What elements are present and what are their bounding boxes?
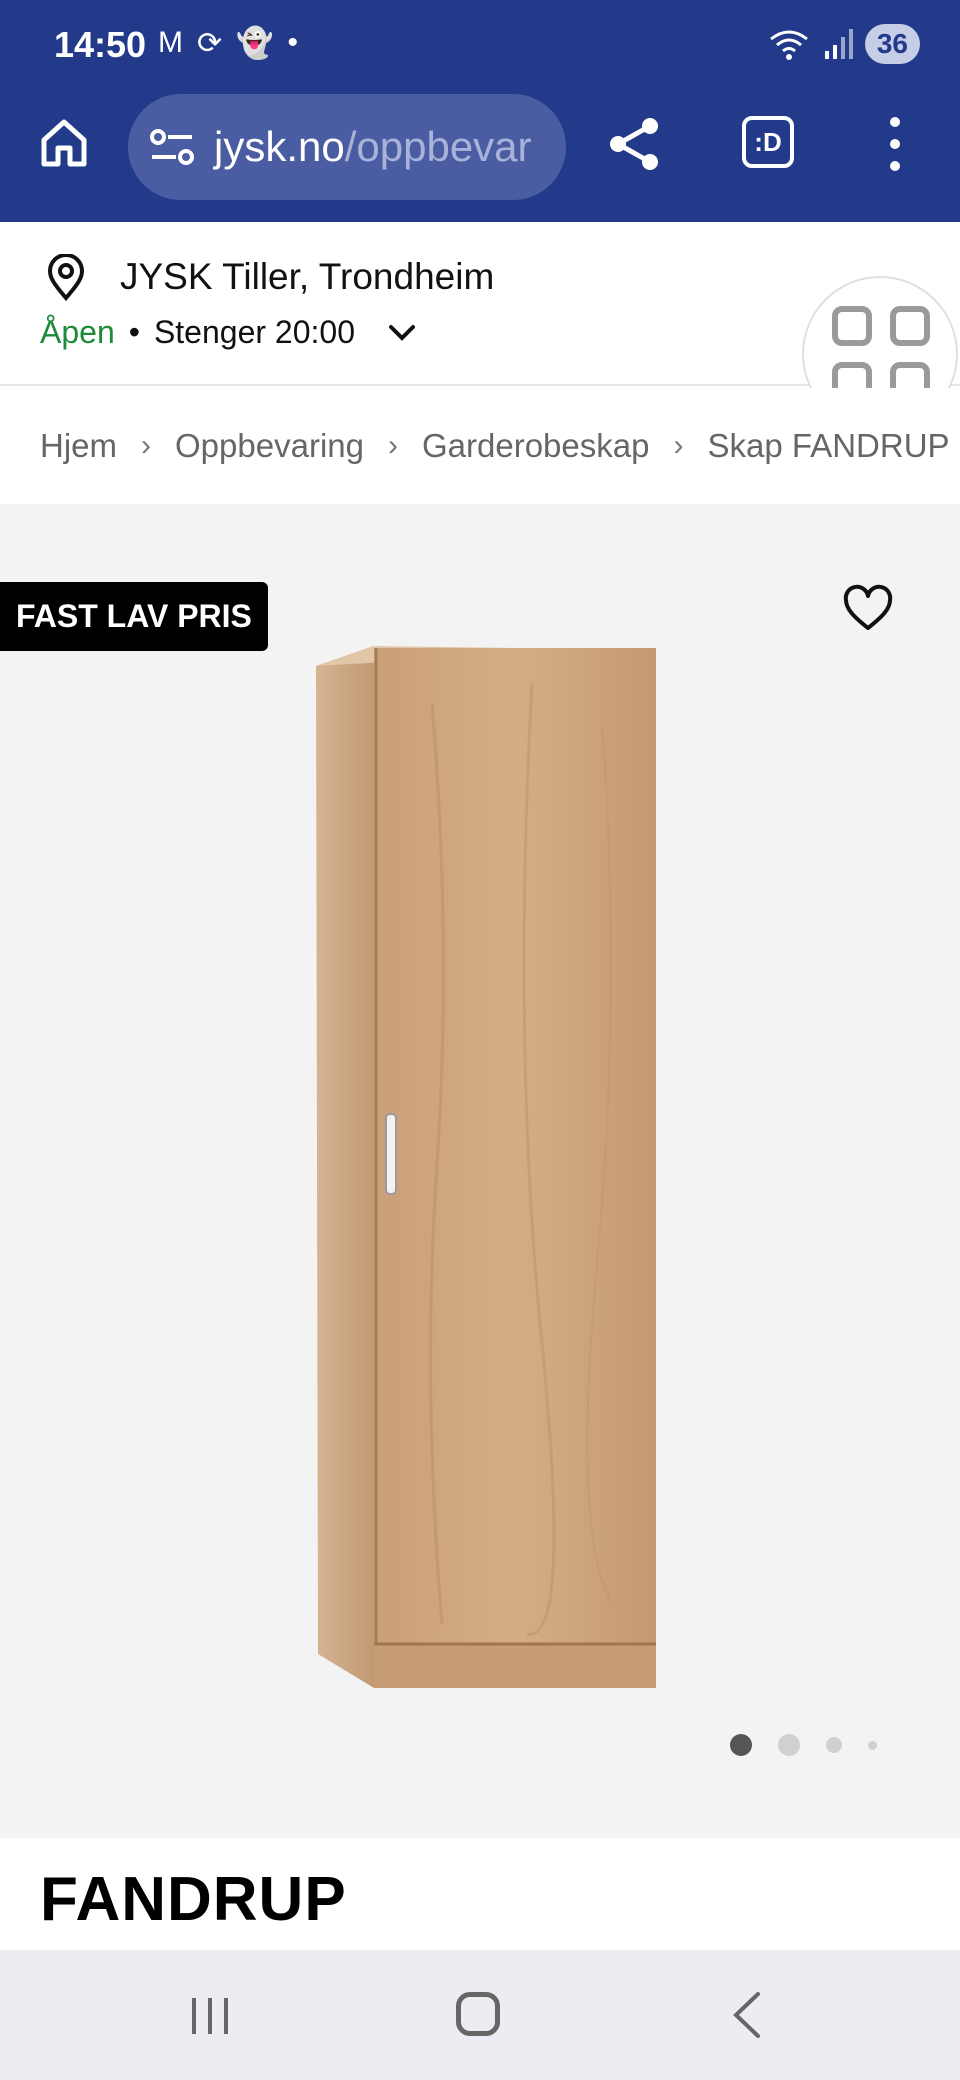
breadcrumb-separator: › [141, 429, 152, 462]
recent-apps-icon[interactable] [188, 1994, 232, 2038]
carousel-dot-active[interactable] [730, 1734, 752, 1756]
grid-square-icon [890, 306, 930, 346]
image-carousel-dots [730, 1734, 877, 1756]
site-settings-icon[interactable] [148, 127, 196, 167]
product-gallery[interactable]: FAST LAV PRIS [0, 504, 960, 1838]
system-nav-bar [0, 1950, 960, 2080]
carousel-dot[interactable] [826, 1737, 842, 1753]
notification-icons: M ⟳ 👻 • [158, 26, 298, 61]
closing-time: Stenger 20:00 [153, 314, 355, 350]
tabs-button[interactable]: :D [742, 116, 794, 168]
share-icon[interactable] [606, 116, 662, 172]
product-title: FANDRUP [40, 1865, 347, 1934]
sync-icon: ⟳ [197, 27, 223, 60]
breadcrumb-separator: › [387, 429, 398, 462]
price-badge: FAST LAV PRIS [0, 582, 268, 651]
location-pin-icon [47, 254, 85, 302]
open-status: Åpen [40, 314, 115, 350]
status-time: 14:50 [54, 24, 147, 65]
url-path: /oppbevar [344, 123, 532, 170]
product-title-area: FANDRUP [0, 1838, 960, 1950]
grid-square-icon [832, 306, 872, 346]
carousel-dot[interactable] [868, 1740, 877, 1750]
status-separator: • [128, 314, 140, 350]
signal-icon [824, 29, 853, 59]
chevron-down-icon[interactable] [387, 322, 417, 344]
url-bar-row: jysk.no/oppbevar :D [0, 92, 960, 202]
breadcrumb-garderobeskap[interactable]: Garderobeskap [422, 427, 649, 465]
gmail-icon: M [158, 26, 183, 59]
breadcrumb: Hjem › Oppbevaring › Garderobeskap › Ska… [0, 388, 960, 504]
breadcrumb-current: Skap FANDRUP [707, 427, 950, 464]
status-bar: 14:50 M ⟳ 👻 • 36 [0, 0, 960, 90]
snapchat-icon: 👻 [236, 27, 274, 60]
store-opening-status: Åpen • Stenger 20:00 [40, 314, 417, 351]
browser-chrome: 14:50 M ⟳ 👻 • 36 jysk.no/oppbevar:D [0, 0, 960, 222]
breadcrumb-separator: › [673, 429, 684, 462]
url-host: jysk.no [214, 123, 345, 170]
back-icon[interactable] [730, 1990, 764, 2040]
store-name: JYSK Tiller, Trondheim [120, 256, 495, 297]
address-bar[interactable]: jysk.no/oppbevar [128, 94, 566, 200]
home-nav-icon[interactable] [456, 1992, 500, 2036]
wifi-icon [769, 30, 808, 60]
system-icons: 36 [767, 24, 920, 64]
battery-indicator: 36 [864, 24, 920, 64]
more-notifications-icon: • [287, 26, 299, 59]
url-text: jysk.no/oppbevar [214, 123, 532, 171]
wardrobe-product-image [316, 646, 656, 1688]
home-icon[interactable] [36, 114, 92, 170]
more-menu-icon[interactable] [880, 114, 910, 174]
breadcrumb-home[interactable]: Hjem [40, 427, 117, 465]
heart-icon[interactable] [842, 584, 894, 636]
breadcrumb-oppbevaring[interactable]: Oppbevaring [175, 427, 364, 465]
carousel-dot[interactable] [778, 1734, 800, 1756]
